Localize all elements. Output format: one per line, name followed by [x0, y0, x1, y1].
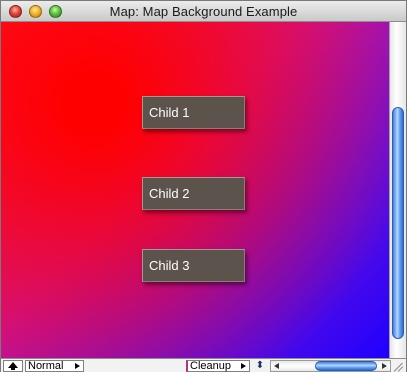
vertical-scroll-thumb[interactable]: [392, 107, 404, 339]
resize-grip-icon[interactable]: [392, 360, 404, 372]
view-mode-popup[interactable]: Normal: [25, 360, 84, 372]
window-title: Map: Map Background Example: [109, 4, 298, 19]
cleanup-label: Cleanup: [190, 360, 231, 372]
map-node-child-2[interactable]: Child 2: [142, 177, 245, 210]
cleanup-popup[interactable]: Cleanup: [186, 360, 250, 372]
popup-arrow-icon: [75, 363, 80, 369]
map-node-label: Child 1: [149, 105, 190, 120]
map-canvas[interactable]: Child 1 Child 2 Child 3: [1, 22, 389, 358]
zoom-icon[interactable]: ⬍: [253, 360, 267, 372]
map-node-label: Child 2: [149, 186, 190, 201]
map-node-child-1[interactable]: Child 1: [142, 96, 245, 129]
vertical-scrollbar[interactable]: [389, 22, 406, 358]
map-node-label: Child 3: [149, 258, 190, 273]
view-mode-label: Normal: [28, 360, 64, 372]
title-bar[interactable]: Map: Map Background Example: [1, 1, 406, 22]
up-arrow-button[interactable]: [3, 360, 23, 372]
popup-arrow-icon: [241, 363, 246, 369]
horizontal-scroll-thumb[interactable]: [315, 361, 377, 371]
scroll-right-icon[interactable]: [382, 363, 387, 369]
map-node-child-3[interactable]: Child 3: [142, 249, 245, 282]
scroll-left-icon[interactable]: [274, 363, 279, 369]
horizontal-scrollbar[interactable]: [270, 360, 391, 372]
map-window: Map: Map Background Example Child 1 Chil…: [0, 0, 407, 372]
bottom-toolbar: Normal Cleanup ⬍: [1, 358, 406, 372]
